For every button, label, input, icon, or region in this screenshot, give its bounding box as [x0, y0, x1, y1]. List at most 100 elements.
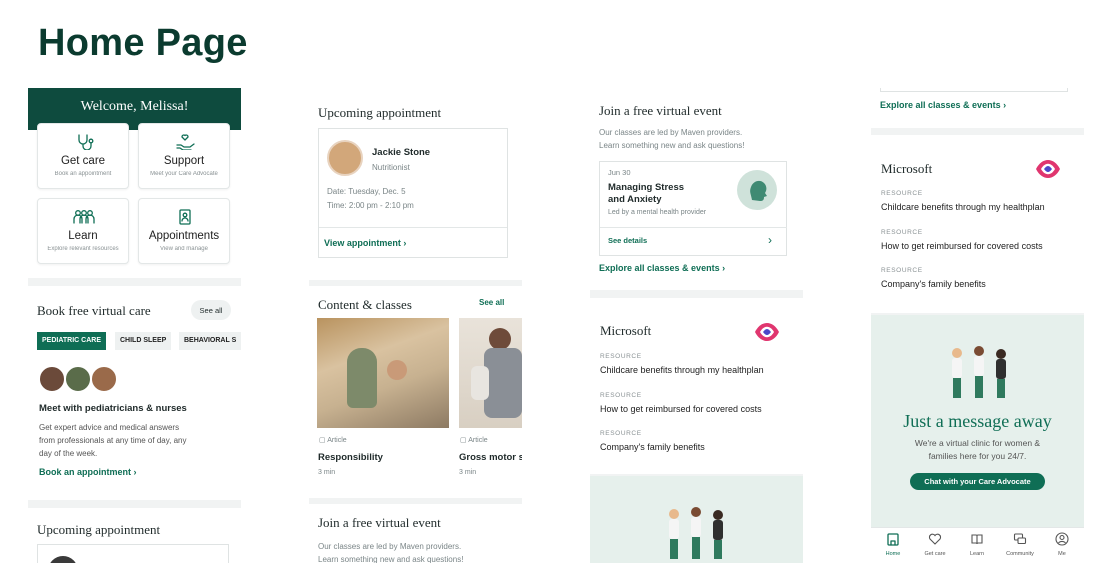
- screen-home-top: Welcome, Melissa! Get care Book an appoi…: [28, 88, 241, 563]
- home-icon: [887, 533, 899, 546]
- tile-support[interactable]: Support Meet your Care Advocate: [138, 123, 230, 189]
- avatar: [38, 365, 66, 393]
- see-details-link[interactable]: See details: [608, 236, 647, 245]
- event-date: Jun 30: [608, 168, 631, 177]
- link-label: Book an appointment: [39, 467, 131, 477]
- resource-link[interactable]: Company's family benefits: [881, 279, 986, 289]
- book-appointment-link[interactable]: Book an appointment ›: [39, 467, 137, 477]
- view-appointment-link[interactable]: View appointment ›: [324, 238, 406, 248]
- chevron-right-icon: ›: [133, 467, 137, 477]
- nav-label: Get care: [924, 551, 946, 557]
- tile-appointments[interactable]: Appointments View and manage: [138, 198, 230, 264]
- meet-description-line: Get expert advice and medical answers: [39, 423, 180, 432]
- chat-bubbles-icon: [1013, 533, 1027, 545]
- event-title: Join a free virtual event: [599, 103, 722, 118]
- welcome-card: Welcome, Melissa! Get care Book an appoi…: [28, 88, 241, 278]
- resource-link[interactable]: Company's family benefits: [600, 442, 705, 452]
- page-title: Home Page: [38, 22, 248, 64]
- nav-label: Learn: [969, 551, 985, 557]
- resource-label: RESOURCE: [881, 229, 923, 236]
- head-profile-icon: [737, 170, 777, 210]
- maven-logo-icon: [755, 323, 779, 341]
- article-image[interactable]: [459, 318, 522, 428]
- meet-description-line: day of the week.: [39, 449, 98, 458]
- tile-subtitle: Explore relevant resources: [47, 246, 119, 252]
- avatar: [64, 365, 92, 393]
- article-title[interactable]: Responsibility: [318, 452, 383, 463]
- nav-label: Me: [1058, 551, 1066, 557]
- article-title[interactable]: Gross motor s: [459, 452, 522, 463]
- event-description-line: Learn something new and ask questions!: [318, 555, 464, 563]
- parent-body: [484, 348, 522, 418]
- article-image[interactable]: [317, 318, 449, 428]
- link-label: View appointment: [324, 238, 401, 248]
- calendar-person-icon: [179, 209, 191, 225]
- article-kind: ▢ Article: [460, 436, 488, 444]
- resource-label: RESOURCE: [600, 392, 642, 399]
- kind-label: Article: [327, 437, 347, 444]
- book-care-title: Book free virtual care: [37, 303, 151, 318]
- tile-title: Learn: [68, 230, 98, 242]
- content-title: Content & classes: [318, 297, 412, 312]
- chat-care-advocate-button[interactable]: Chat with your Care Advocate: [910, 473, 1045, 490]
- nav-get-care[interactable]: Get care: [919, 532, 951, 557]
- toddler-figure: [471, 366, 489, 400]
- chip-child-sleep[interactable]: CHILD SLEEP: [115, 332, 172, 350]
- meet-heading: Meet with pediatricians & nurses: [39, 403, 187, 414]
- explore-events-link[interactable]: Explore all classes & events ›: [599, 263, 725, 273]
- tile-subtitle: Meet your Care Advocate: [150, 171, 218, 177]
- resource-link[interactable]: How to get reimbursed for covered costs: [600, 404, 762, 414]
- chip-behavioral[interactable]: BEHAVIORAL S: [179, 332, 241, 350]
- child-figure: [347, 348, 377, 408]
- resource-label: RESOURCE: [881, 267, 923, 274]
- nav-home[interactable]: Home: [877, 532, 909, 557]
- nav-me[interactable]: Me: [1047, 532, 1077, 557]
- care-team-illustration: [669, 507, 723, 559]
- care-team-illustration-panel: [590, 476, 803, 563]
- kind-label: Article: [468, 437, 488, 444]
- hand-heart-icon: [176, 134, 195, 150]
- event-led-by: Led by a mental health provider: [608, 209, 707, 216]
- company-name: Microsoft: [881, 161, 933, 176]
- link-label: Explore all classes & events: [599, 263, 720, 273]
- book-icon: ▢: [319, 437, 326, 444]
- event-description-line: Our classes are led by Maven providers.: [318, 542, 462, 551]
- upcoming-card: Upcoming appointment: [28, 508, 241, 563]
- book-icon: ▢: [460, 437, 467, 444]
- divider: [600, 227, 787, 228]
- resource-label: RESOURCE: [881, 190, 923, 197]
- upcoming-title: Upcoming appointment: [37, 522, 161, 537]
- resource-label: RESOURCE: [600, 353, 642, 360]
- message-panel: Just a message away We're a virtual clin…: [871, 315, 1084, 527]
- meet-description: Get expert advice and medical answers fr…: [39, 421, 186, 460]
- company-benefits-card: Microsoft RESOURCE Childcare benefits th…: [871, 135, 1084, 313]
- event-description: Our classes are led by Maven providers. …: [318, 540, 463, 563]
- tile-title: Appointments: [148, 230, 220, 242]
- event-box: [880, 88, 1068, 92]
- upcoming-title: Upcoming appointment: [318, 105, 442, 120]
- see-all-button[interactable]: See all: [191, 300, 231, 320]
- nav-learn[interactable]: Learn: [961, 532, 993, 557]
- resource-link[interactable]: Childcare benefits through my healthplan: [600, 365, 764, 375]
- chevron-right-icon: ›: [1003, 100, 1007, 110]
- people-group-icon: [73, 210, 95, 224]
- resource-link[interactable]: How to get reimbursed for covered costs: [881, 241, 1043, 251]
- see-all-link[interactable]: See all: [479, 298, 504, 307]
- parent-head: [489, 328, 511, 350]
- tile-title: Support: [163, 155, 205, 167]
- explore-events-link[interactable]: Explore all classes & events ›: [880, 100, 1006, 110]
- tile-get-care[interactable]: Get care Book an appointment: [37, 123, 129, 189]
- chip-pediatric-care[interactable]: PEDIATRIC CARE: [37, 332, 106, 350]
- avatar: [90, 365, 118, 393]
- tile-learn[interactable]: Learn Explore relevant resources: [37, 198, 129, 264]
- tile-subtitle: Book an appointment: [54, 171, 112, 177]
- maven-logo-icon: [1036, 160, 1060, 178]
- child-head: [387, 360, 407, 380]
- article-duration: 3 min: [459, 469, 477, 476]
- event-description-line: Learn something new and ask questions!: [599, 141, 745, 150]
- nav-community[interactable]: Community: [1003, 532, 1037, 557]
- article-duration: 3 min: [318, 469, 336, 476]
- chevron-right-icon[interactable]: ›: [768, 233, 772, 247]
- message-description-line: We're a virtual clinic for women &: [914, 438, 1041, 448]
- resource-link[interactable]: Childcare benefits through my healthplan: [881, 202, 1045, 212]
